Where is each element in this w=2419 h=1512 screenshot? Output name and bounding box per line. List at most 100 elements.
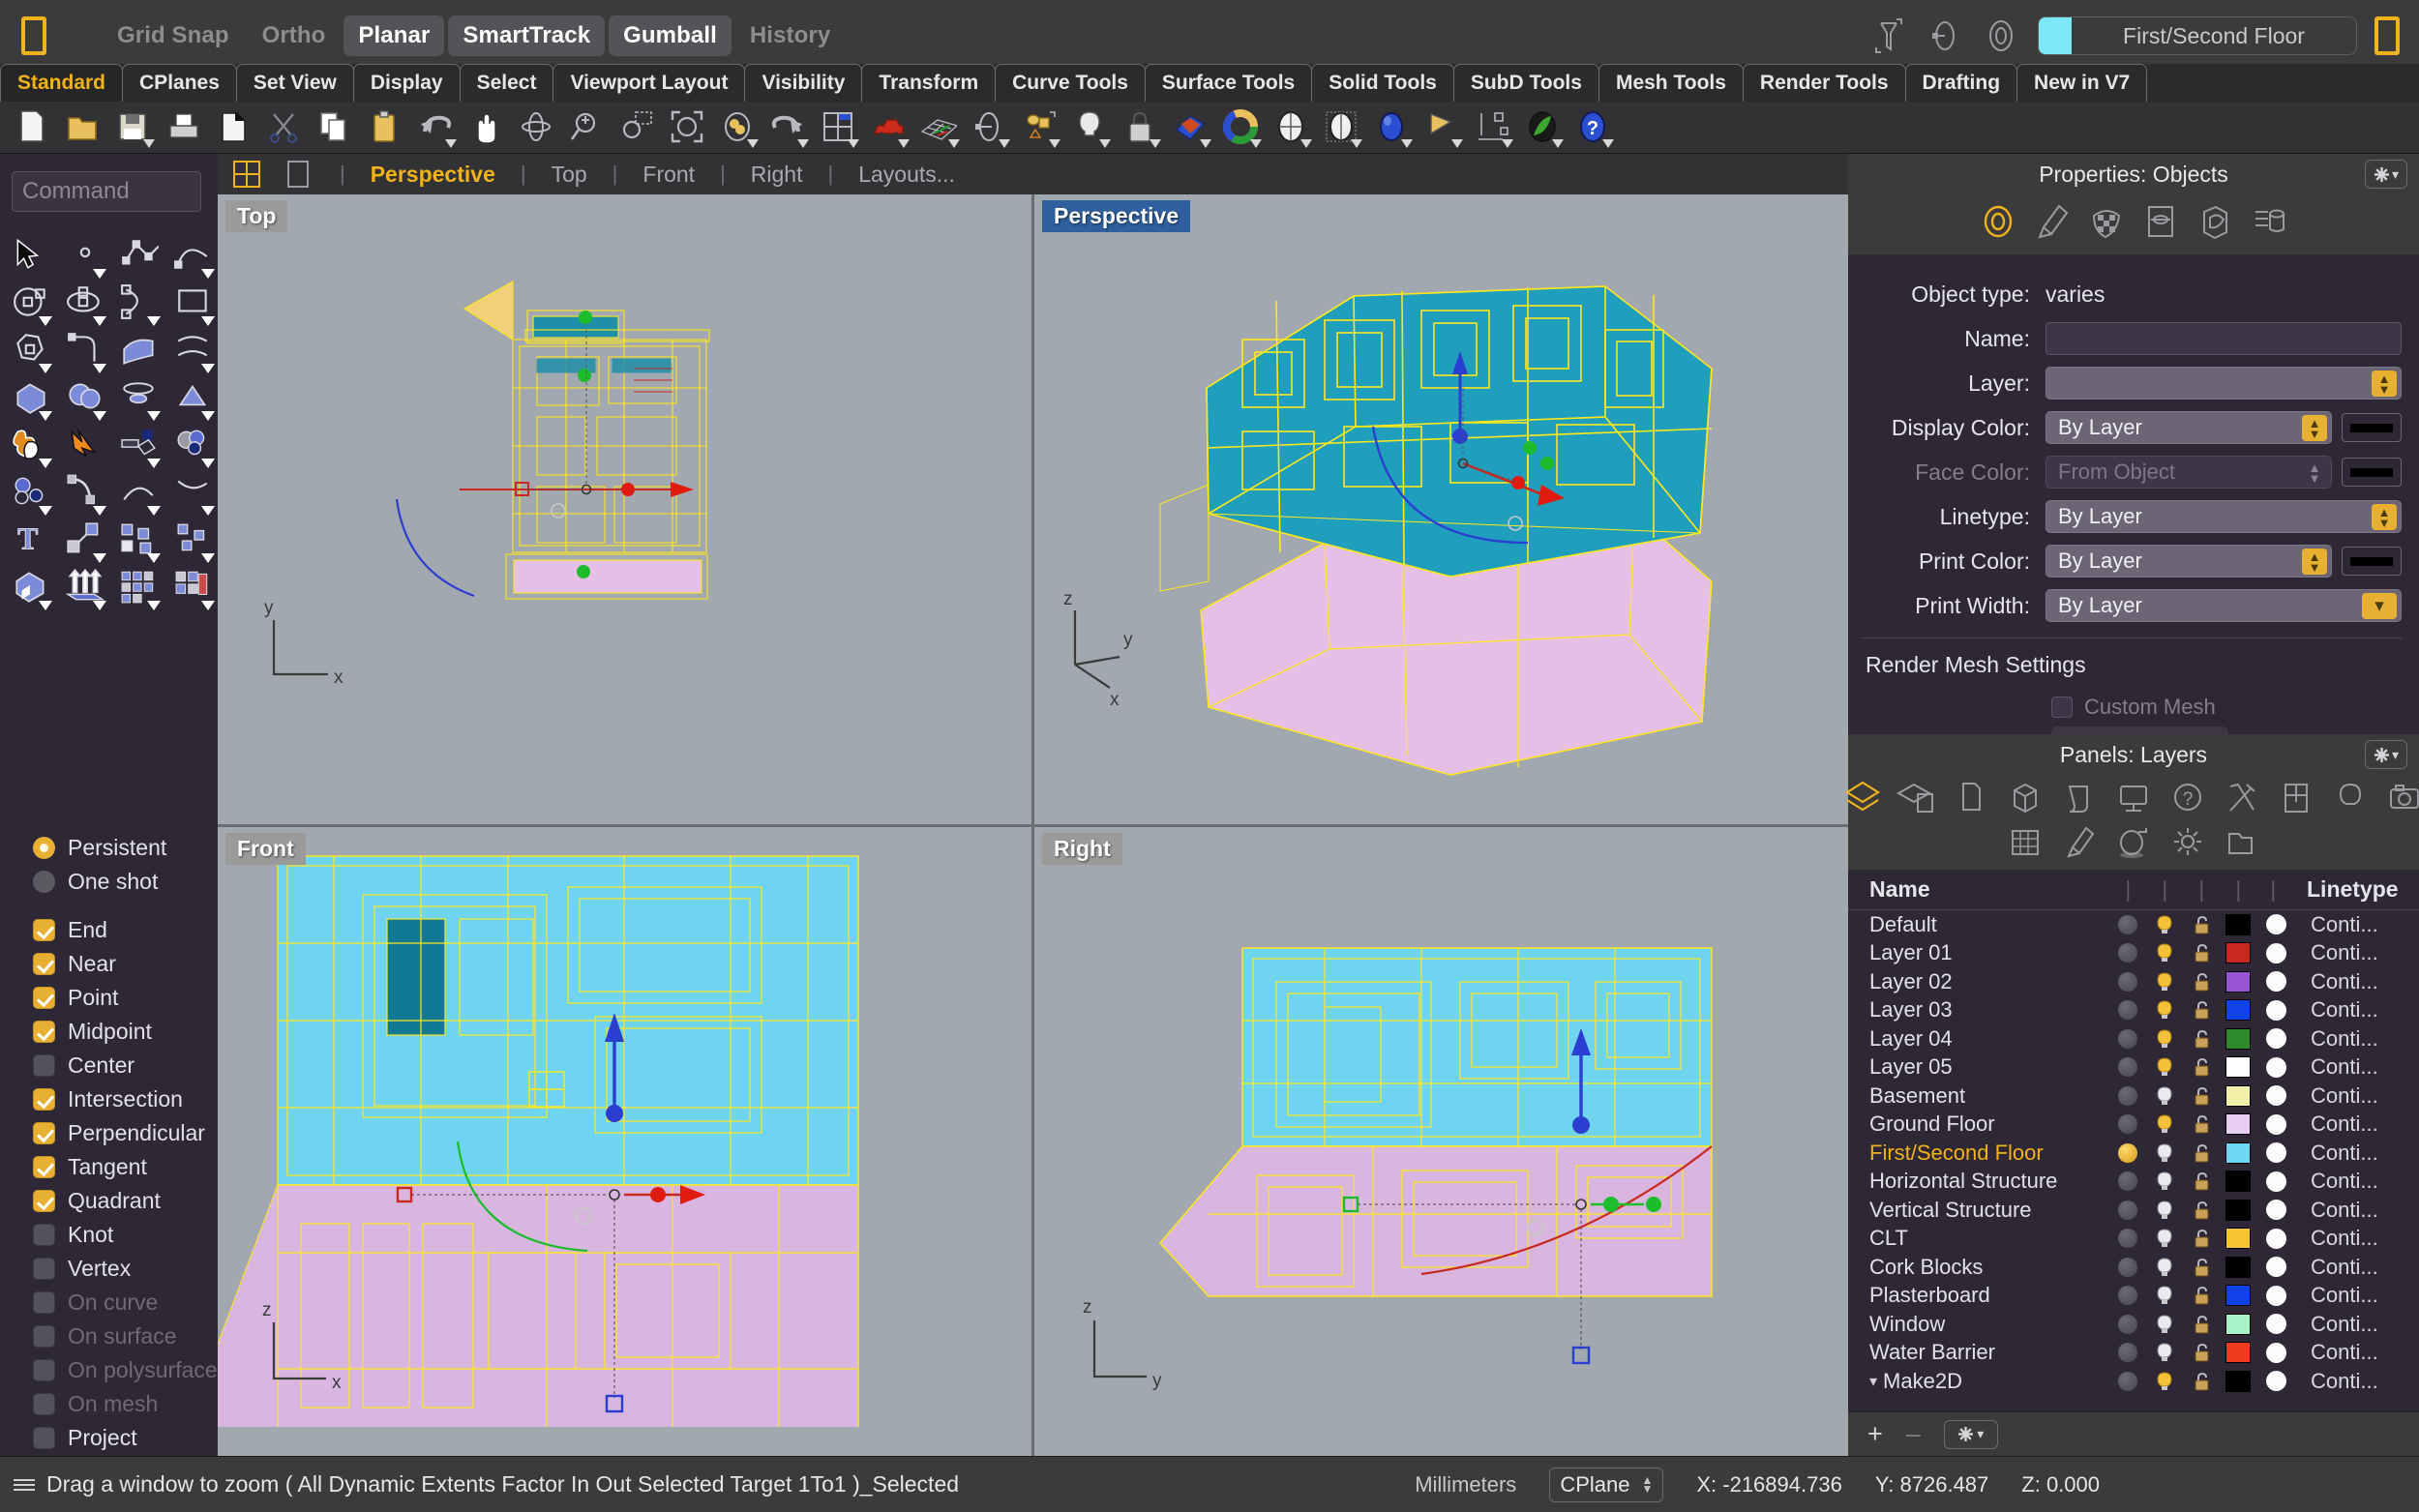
chevron-down-icon[interactable] — [1300, 138, 1312, 148]
flag-icon[interactable] — [1417, 104, 1467, 152]
sweep-icon[interactable] — [168, 470, 223, 518]
revolve-icon[interactable] — [964, 104, 1014, 152]
layer-material-swatch[interactable] — [2256, 999, 2295, 1021]
join-icon[interactable] — [60, 470, 114, 518]
lock-icon[interactable] — [1115, 104, 1165, 152]
polyline-icon[interactable] — [114, 233, 168, 281]
chevron-down-icon[interactable] — [999, 138, 1010, 148]
cplane-selector[interactable]: CPlane ▲ ▼ — [1549, 1467, 1664, 1502]
stepper-icon[interactable]: ▲ ▼ — [2302, 415, 2327, 441]
paste-stack-icon[interactable] — [209, 104, 259, 152]
page-icon[interactable] — [1949, 779, 1993, 821]
layer-current-toggle[interactable] — [2109, 1343, 2146, 1363]
chevron-down-icon[interactable] — [1401, 138, 1413, 148]
current-layer-dot-icon[interactable] — [2118, 1371, 2137, 1391]
tab-mesh-tools[interactable]: Mesh Tools — [1598, 64, 1744, 103]
osnap-knot[interactable]: Knot — [33, 1218, 218, 1252]
table-row[interactable]: Water Barrier Conti... — [1848, 1339, 2419, 1368]
split-icon[interactable] — [168, 423, 223, 470]
property-input-name[interactable] — [2046, 322, 2402, 355]
chevron-down-icon[interactable] — [147, 459, 161, 468]
checkbox-icon[interactable] — [33, 1088, 55, 1111]
layer-current-toggle[interactable] — [2109, 1057, 2146, 1078]
layer-material-swatch[interactable] — [2256, 942, 2295, 964]
chevron-down-icon[interactable] — [147, 316, 161, 326]
layer-linetype[interactable]: Conti... — [2295, 969, 2378, 994]
chevron-down-icon[interactable] — [39, 316, 52, 326]
layer-material-swatch[interactable] — [2256, 1342, 2295, 1363]
layer-visibility-toggle[interactable] — [2146, 1285, 2183, 1306]
texture-icon[interactable] — [2084, 200, 2129, 243]
chevron-down-icon[interactable] — [1200, 138, 1211, 148]
osnap-mode-persistent[interactable]: Persistent — [33, 831, 218, 865]
chevron-down-icon[interactable] — [848, 138, 859, 148]
table-row[interactable]: Ground Floor Conti... — [1848, 1111, 2419, 1140]
layer-visibility-toggle[interactable] — [2146, 914, 2183, 935]
layer-color-swatch[interactable] — [2220, 970, 2256, 993]
blue-sphere-icon[interactable] — [1366, 104, 1417, 152]
current-layer-selector[interactable]: First/Second Floor — [2038, 16, 2357, 55]
layer-linetype[interactable]: Conti... — [2295, 997, 2378, 1023]
tab-render-tools[interactable]: Render Tools — [1742, 64, 1906, 103]
named-view-car-icon[interactable] — [863, 104, 913, 152]
layer-color-swatch[interactable] — [2220, 999, 2256, 1022]
layer-material-swatch[interactable] — [2256, 1200, 2295, 1221]
surface-srf-icon[interactable] — [114, 328, 168, 375]
toggle-grid-snap[interactable]: Grid Snap — [103, 15, 244, 56]
property-select-print-width[interactable]: By Layer ▾ — [2046, 589, 2402, 622]
chevron-down-icon[interactable] — [1602, 138, 1614, 148]
layer-visibility-toggle[interactable] — [2146, 1028, 2183, 1050]
page-icon[interactable] — [2138, 200, 2183, 243]
layer-linetype[interactable]: Conti... — [2295, 1083, 2378, 1109]
layer-material-swatch[interactable] — [2256, 1028, 2295, 1050]
tools-icon[interactable] — [2220, 779, 2264, 821]
blend-icon[interactable] — [114, 470, 168, 518]
chevron-down-icon[interactable] — [201, 411, 215, 421]
surface-loft-icon[interactable] — [168, 328, 223, 375]
chevron-down-icon[interactable] — [93, 364, 106, 373]
chevron-down-icon[interactable] — [147, 601, 161, 610]
chevron-down-icon[interactable] — [1351, 138, 1362, 148]
layer-color-swatch[interactable] — [2220, 1056, 2256, 1079]
checkbox-icon[interactable] — [33, 1427, 55, 1449]
chevron-down-icon[interactable] — [93, 316, 106, 326]
add-layer-button[interactable]: + — [1867, 1419, 1883, 1449]
camera-icon[interactable] — [2382, 779, 2419, 821]
viewport-label[interactable]: Perspective — [1042, 200, 1191, 232]
osnap-near[interactable]: Near — [33, 947, 218, 981]
tab-visibility[interactable]: Visibility — [744, 64, 863, 103]
render-preview-icon[interactable] — [1517, 104, 1568, 152]
osnap-ring-icon[interactable] — [1982, 14, 2020, 58]
sun-icon[interactable] — [2165, 823, 2210, 866]
layer-current-toggle[interactable] — [2109, 914, 2146, 934]
shaded-view-icon[interactable] — [712, 104, 762, 152]
current-layer-dot-icon[interactable] — [2118, 1114, 2137, 1135]
solid-tools-icon[interactable] — [6, 565, 60, 612]
checkbox-icon[interactable] — [33, 919, 55, 941]
filter-icon[interactable] — [1869, 14, 1908, 58]
viewtab-top[interactable]: Top — [540, 162, 599, 188]
zoom-extents-icon[interactable] — [662, 104, 712, 152]
layer-current-toggle[interactable] — [2109, 1000, 2146, 1021]
new-file-icon[interactable] — [8, 104, 58, 152]
layer-lock-toggle[interactable] — [2183, 1228, 2220, 1249]
tab-solid-tools[interactable]: Solid Tools — [1311, 64, 1454, 103]
help-circle-icon[interactable]: ? — [2165, 779, 2210, 821]
polygon-icon[interactable] — [6, 328, 60, 375]
layer-linetype[interactable]: Conti... — [2295, 940, 2378, 965]
layer-material-swatch[interactable] — [2256, 1085, 2295, 1107]
table-row[interactable]: Layer 04 Conti... — [1848, 1024, 2419, 1053]
layer-linetype[interactable]: Conti... — [2295, 1312, 2378, 1337]
property-select-display-color[interactable]: By Layer ▲ ▼ — [2046, 411, 2332, 444]
checkbox-icon[interactable] — [33, 1054, 55, 1077]
layer-color-swatch[interactable] — [2220, 1342, 2256, 1364]
layer-name-cell[interactable]: Default — [1848, 912, 2109, 937]
property-select-print-color[interactable]: By Layer ▲ ▼ — [2046, 545, 2332, 578]
layer-color-swatch[interactable] — [2220, 1285, 2256, 1307]
color-wheel-icon[interactable] — [1215, 104, 1266, 152]
chevron-down-icon[interactable] — [93, 411, 106, 421]
table-row[interactable]: Layer 03 Conti... — [1848, 996, 2419, 1025]
layer-material-swatch[interactable] — [2256, 1314, 2295, 1335]
layer-material-swatch[interactable] — [2256, 971, 2295, 993]
layer-lock-toggle[interactable] — [2183, 1113, 2220, 1135]
